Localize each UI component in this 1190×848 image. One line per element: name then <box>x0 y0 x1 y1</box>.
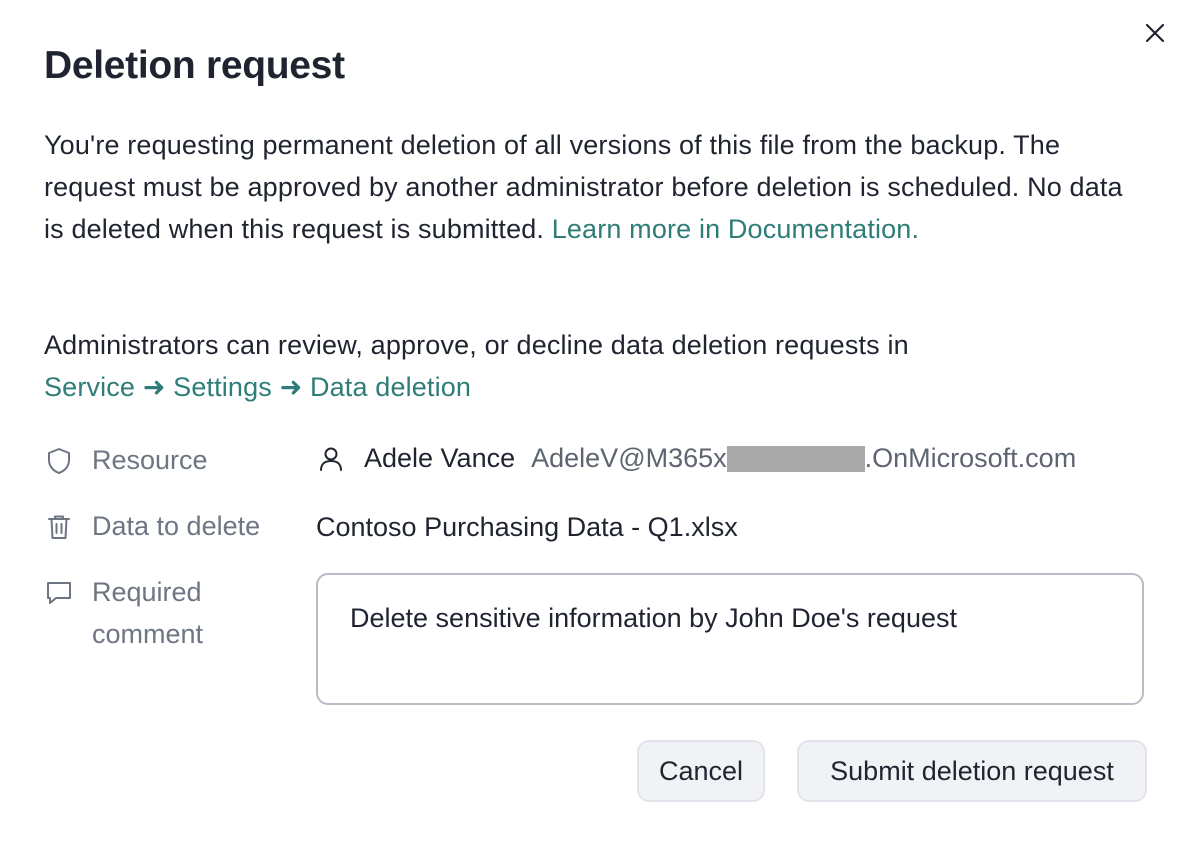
data-to-delete-value: Contoso Purchasing Data - Q1.xlsx <box>316 512 738 542</box>
email-prefix: AdeleV@M365x <box>531 443 727 473</box>
data-deletion-settings-link[interactable]: Service ➜ Settings ➜ Data deletion <box>44 372 471 402</box>
comment-icon <box>47 582 71 604</box>
user-email: AdeleV@M365x .OnMicrosoft.com <box>531 443 1076 474</box>
trash-icon <box>48 515 70 539</box>
close-button[interactable] <box>1140 18 1170 48</box>
resource-value: Adele Vance AdeleV@M365x .OnMicrosoft.co… <box>316 443 1076 474</box>
documentation-link[interactable]: Learn more in Documentation. <box>552 214 919 244</box>
close-icon <box>1145 23 1165 43</box>
redaction-block <box>726 445 865 472</box>
deletion-request-dialog: Deletion request You're requesting perma… <box>0 0 1190 848</box>
admin-note: Administrators can review, approve, or d… <box>44 324 1144 408</box>
comment-textarea[interactable]: Delete sensitive information by John Doe… <box>316 573 1144 705</box>
comment-label: Required comment <box>92 577 204 649</box>
data-to-delete-label: Data to delete <box>92 511 261 541</box>
dialog-title: Deletion request <box>44 44 345 87</box>
comment-label-row: Required comment <box>44 575 254 655</box>
user-name: Adele Vance <box>364 443 516 473</box>
submit-deletion-request-button[interactable]: Submit deletion request <box>797 740 1147 802</box>
admin-note-text: Administrators can review, approve, or d… <box>44 330 909 360</box>
resource-label: Resource <box>92 445 208 475</box>
resource-label-row: Resource <box>44 443 208 481</box>
cancel-button[interactable]: Cancel <box>637 740 765 802</box>
email-suffix: .OnMicrosoft.com <box>864 443 1077 473</box>
data-to-delete-label-row: Data to delete <box>44 509 260 547</box>
shield-icon <box>48 448 70 474</box>
person-icon <box>320 447 342 471</box>
intro-paragraph: You're requesting permanent deletion of … <box>44 124 1144 250</box>
